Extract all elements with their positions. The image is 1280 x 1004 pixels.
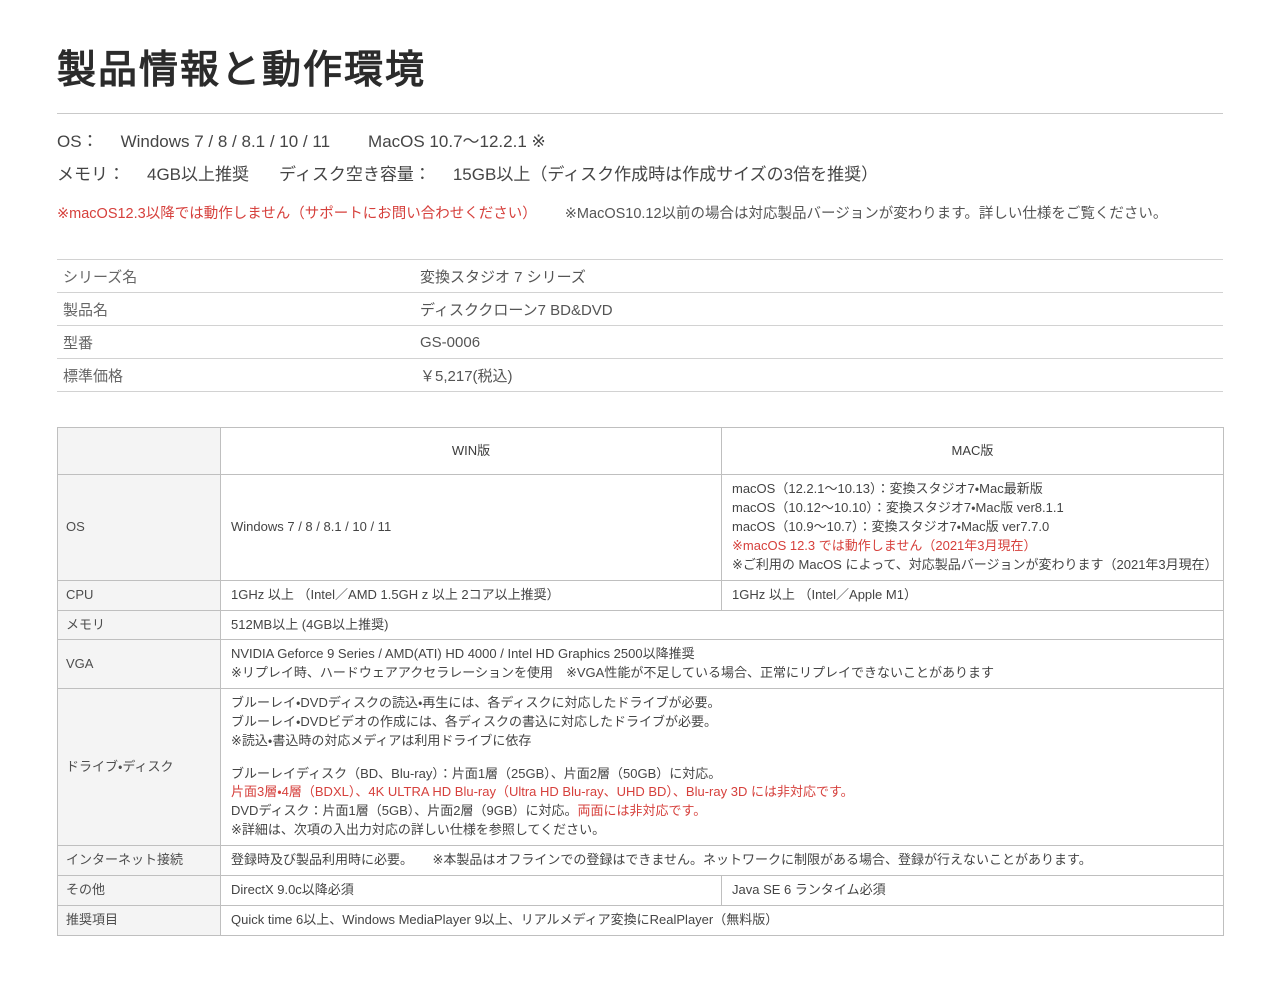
drive-line-3: ※読込・書込時の対応メディアは利用ドライブに依存 xyxy=(231,732,1213,751)
drive-dvd-support: DVDディスク：片面1層（5GB）、片面2層（9GB）に対応。 xyxy=(231,803,578,818)
spec-row-memory: メモリ 512MB以上 (4GB以上推奨) xyxy=(58,610,1224,640)
memory-row-label: メモリ xyxy=(58,610,221,640)
series-name-label: シリーズ名 xyxy=(57,260,420,293)
summary-os-line: OS： Windows 7 / 8 / 8.1 / 10 / 11 MacOS 10… xyxy=(57,132,1223,152)
memory-cell: 512MB以上 (4GB以上推奨) xyxy=(221,610,1224,640)
drive-line-4: ブルーレイディスク（BD、Blu-ray）：片面1層（25GB）、片面2層（50… xyxy=(231,765,1213,784)
spec-header-empty-cell xyxy=(58,428,221,475)
spec-row-cpu: CPU 1GHz 以上 （Intel／AMD 1.5GH z 以上 2コア以上推… xyxy=(58,580,1224,610)
os-mac-value: MacOS 10.7～12.2.1 ※ xyxy=(368,132,546,151)
page-container: 製品情報と動作環境 OS： Windows 7 / 8 / 8.1 / 10 / … xyxy=(57,46,1223,936)
spec-table: WIN版 MAC版 OS Windows 7 / 8 / 8.1 / 10 / … xyxy=(57,427,1224,935)
os-mac-note: ※ご利用の MacOS によって、対応製品バージョンが変わります（2021年3月… xyxy=(732,556,1213,575)
recommended-row-label: 推奨項目 xyxy=(58,905,221,935)
memory-label: メモリ： xyxy=(57,165,125,184)
win-column-header: WIN版 xyxy=(221,428,722,475)
other-mac-cell: Java SE 6 ランタイム必須 xyxy=(722,875,1224,905)
summary-memory-line: メモリ： 4GB以上推奨 ディスク空き容量： 15GB以上（ディスク作成時は作成サイズ… xyxy=(57,165,1223,185)
other-row-label: その他 xyxy=(58,875,221,905)
drive-line-2: ブルーレイ・DVDビデオの作成には、各ディスクの書込に対応したドライブが必要。 xyxy=(231,713,1213,732)
internet-row-label: インターネット接続 xyxy=(58,845,221,875)
table-row: 標準価格 ￥5,217(税込) xyxy=(57,359,1223,392)
os-win-cell: Windows 7 / 8 / 8.1 / 10 / 11 xyxy=(221,475,722,580)
spec-header-row: WIN版 MAC版 xyxy=(58,428,1224,475)
spec-row-recommended: 推奨項目 Quick time 6以上、Windows MediaPlayer … xyxy=(58,905,1224,935)
os-row-label: OS xyxy=(58,475,221,580)
os-label: OS： xyxy=(57,132,99,151)
os-mac-line-2: macOS（10.12～10.10）：変換スタジオ7・Mac版 ver8.1.1 xyxy=(732,499,1213,518)
product-name-label: 製品名 xyxy=(57,293,420,326)
product-info-table: シリーズ名 変換スタジオ 7 シリーズ 製品名 ディスククローン7 BD&DVD… xyxy=(57,259,1223,392)
spec-row-other: その他 DirectX 9.0c以降必須 Java SE 6 ランタイム必須 xyxy=(58,875,1224,905)
table-row: 製品名 ディスククローン7 BD&DVD xyxy=(57,293,1223,326)
drive-bdxl-warning: 片面3層・4層（BDXL）、4K ULTRA HD Blu-ray（Ultra … xyxy=(231,783,1213,802)
spec-row-internet: インターネット接続 登録時及び製品利用時に必要。 ※本製品はオフラインでの登録は… xyxy=(58,845,1224,875)
recommended-cell: Quick time 6以上、Windows MediaPlayer 9以上、リ… xyxy=(221,905,1224,935)
vga-line-1: NVIDIA Geforce 9 Series / AMD(ATI) HD 40… xyxy=(231,645,1213,664)
price-value: ￥5,217(税込) xyxy=(420,359,1223,392)
product-name-value: ディスククローン7 BD&DVD xyxy=(420,293,1223,326)
mac-column-header: MAC版 xyxy=(722,428,1224,475)
os-windows-value: Windows 7 / 8 / 8.1 / 10 / 11 xyxy=(121,132,330,151)
disk-space-value: 15GB以上（ディスク作成時は作成サイズの3倍を推奨） xyxy=(453,165,878,184)
model-number-label: 型番 xyxy=(57,326,420,359)
spec-row-vga: VGA NVIDIA Geforce 9 Series / AMD(ATI) H… xyxy=(58,640,1224,689)
table-row: 型番 GS-0006 xyxy=(57,326,1223,359)
drive-dvd-warning: 両面には非対応です。 xyxy=(578,803,707,818)
summary-section: OS： Windows 7 / 8 / 8.1 / 10 / 11 MacOS 10… xyxy=(57,132,1223,224)
vga-line-2: ※リプレイ時、ハードウェアアクセラレーションを使用 ※VGA性能が不足している場… xyxy=(231,664,1213,683)
memory-value: 4GB以上推奨 xyxy=(147,165,249,184)
spec-row-drive: ドライブ・ディスク ブルーレイ・DVDディスクの読込・再生には、各ディスクに対応… xyxy=(58,689,1224,846)
title-divider xyxy=(57,113,1223,114)
other-win-cell: DirectX 9.0c以降必須 xyxy=(221,875,722,905)
macos-warning-note: ※macOS12.3以降では動作しません（サポートにお問い合わせください） xyxy=(57,206,537,222)
os-mac-line-3: macOS（10.9～10.7）：変換スタジオ7・Mac版 ver7.7.0 xyxy=(732,518,1213,537)
cpu-mac-cell: 1GHz 以上 （Intel／Apple M1） xyxy=(722,580,1224,610)
series-name-value: 変換スタジオ 7 シリーズ xyxy=(420,260,1223,293)
drive-detail-note: ※詳細は、次項の入出力対応の詳しい仕様を参照してください。 xyxy=(231,821,1213,840)
drive-line-1: ブルーレイ・DVDディスクの読込・再生には、各ディスクに対応したドライブが必要。 xyxy=(231,694,1213,713)
drive-dvd-line: DVDディスク：片面1層（5GB）、片面2層（9GB）に対応。両面には非対応です… xyxy=(231,802,1213,821)
drive-cell: ブルーレイ・DVDディスクの読込・再生には、各ディスクに対応したドライブが必要。… xyxy=(221,689,1224,846)
vga-row-label: VGA xyxy=(58,640,221,689)
disk-space-label: ディスク空き容量： xyxy=(279,165,431,184)
os-mac-cell: macOS（12.2.1～10.13）：変換スタジオ7・Mac最新版 macOS… xyxy=(722,475,1224,580)
drive-row-label: ドライブ・ディスク xyxy=(58,689,221,846)
vga-cell: NVIDIA Geforce 9 Series / AMD(ATI) HD 40… xyxy=(221,640,1224,689)
price-label: 標準価格 xyxy=(57,359,420,392)
model-number-value: GS-0006 xyxy=(420,326,1223,359)
table-row: シリーズ名 変換スタジオ 7 シリーズ xyxy=(57,260,1223,293)
internet-cell: 登録時及び製品利用時に必要。 ※本製品はオフラインでの登録はできません。ネットワ… xyxy=(221,845,1224,875)
cpu-row-label: CPU xyxy=(58,580,221,610)
os-mac-warning: ※macOS 12.3 では動作しません（2021年3月現在） xyxy=(732,537,1213,556)
macos-version-note: ※MacOS10.12以前の場合は対応製品バージョンが変わります。詳しい仕様をご… xyxy=(565,206,1168,222)
compatibility-notes: ※macOS12.3以降では動作しません（サポートにお問い合わせください） ※Ma… xyxy=(57,202,1223,223)
page-title: 製品情報と動作環境 xyxy=(57,46,1223,97)
spec-row-os: OS Windows 7 / 8 / 8.1 / 10 / 11 macOS（1… xyxy=(58,475,1224,580)
cpu-win-cell: 1GHz 以上 （Intel／AMD 1.5GH z 以上 2コア以上推奨） xyxy=(221,580,722,610)
os-mac-line-1: macOS（12.2.1～10.13）：変換スタジオ7・Mac最新版 xyxy=(732,480,1213,499)
drive-blank-line xyxy=(231,751,1213,765)
